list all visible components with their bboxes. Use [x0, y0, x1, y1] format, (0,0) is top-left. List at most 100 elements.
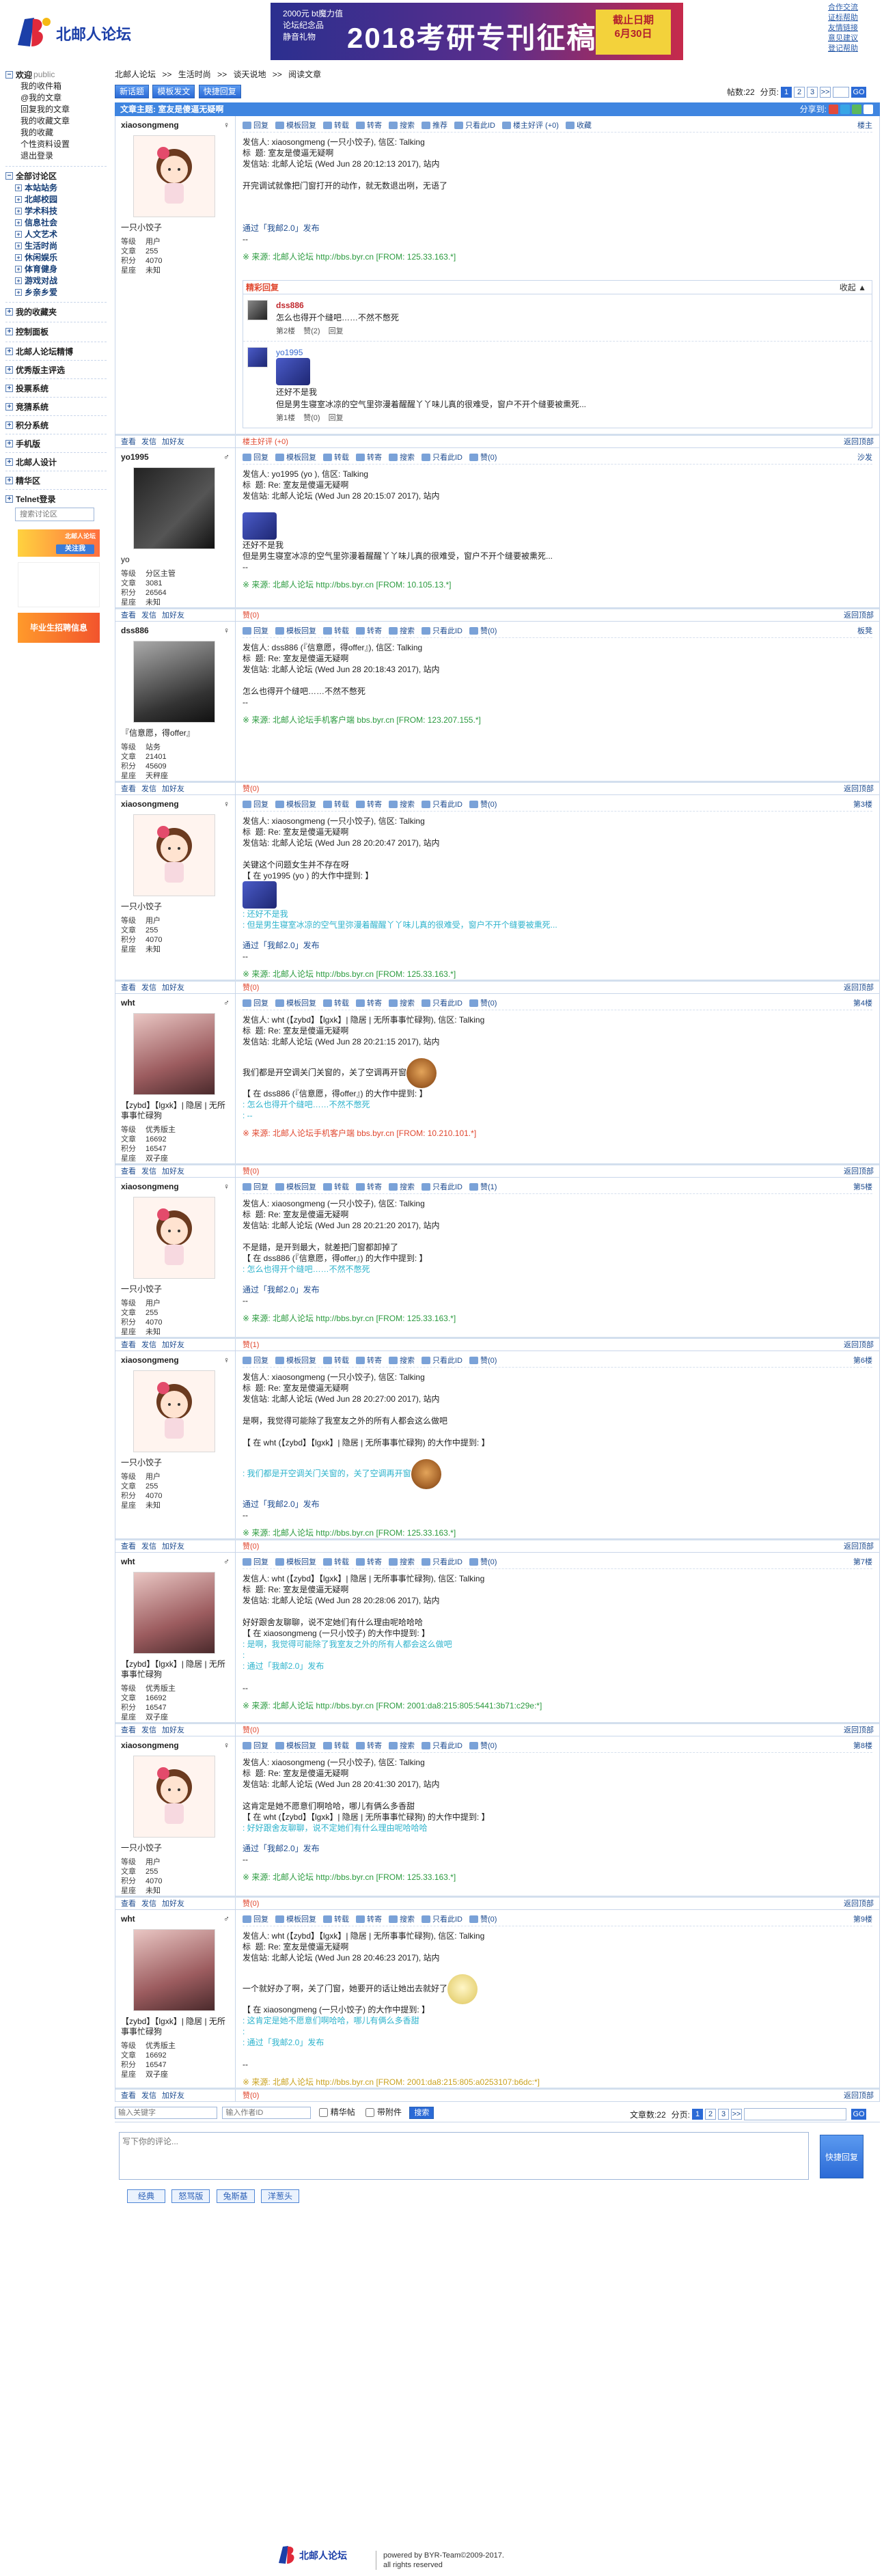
back-to-top-link[interactable]: 返回顶部 — [844, 1339, 874, 1351]
expand-icon[interactable]: + — [15, 242, 22, 249]
action-repost[interactable]: 转寄 — [356, 624, 382, 638]
follow-button[interactable]: 关注我 — [56, 544, 94, 554]
action-like[interactable]: 赞(0) — [469, 1354, 497, 1368]
action-repost[interactable]: 转寄 — [356, 451, 382, 465]
action-template-reply[interactable]: 模板回复 — [275, 1739, 316, 1753]
action-forward[interactable]: 转载 — [323, 1180, 349, 1194]
author-name[interactable]: dss886 — [121, 624, 230, 637]
action-search[interactable]: 搜索 — [389, 1739, 415, 1753]
action-forward[interactable]: 转载 — [323, 997, 349, 1010]
action-like[interactable]: 赞(0) — [469, 997, 497, 1010]
action-template-reply[interactable]: 模板回复 — [275, 997, 316, 1010]
action-search[interactable]: 搜索 — [389, 119, 415, 133]
action-template-reply[interactable]: 模板回复 — [275, 798, 316, 812]
action-only-author[interactable]: 只看此ID — [422, 1739, 462, 1753]
page-3[interactable]: 3 — [807, 86, 818, 98]
action-reply[interactable]: 回复 — [243, 997, 268, 1010]
action-forward[interactable]: 转载 — [323, 1739, 349, 1753]
page-1[interactable]: 1 — [781, 86, 792, 98]
action-send[interactable]: 发信 — [141, 611, 156, 620]
expand-icon[interactable]: + — [15, 219, 22, 226]
expand-icon[interactable]: + — [5, 439, 13, 447]
sidebar-link[interactable]: + 积分系统 — [5, 419, 107, 431]
user-menu-item[interactable]: 个性资料设置 — [20, 139, 107, 150]
top-link[interactable]: 登记帮助 — [828, 44, 877, 54]
action-reply[interactable]: 回复 — [243, 1913, 268, 1926]
action-repost[interactable]: 转寄 — [356, 997, 382, 1010]
action-view[interactable]: 查看 — [121, 1900, 136, 1908]
action-add-friend[interactable]: 加好友 — [162, 785, 184, 793]
page-next[interactable]: >> — [820, 86, 831, 98]
avatar[interactable] — [133, 641, 215, 723]
action-repost[interactable]: 转寄 — [356, 1913, 382, 1926]
expand-icon[interactable]: + — [5, 476, 13, 484]
expand-icon[interactable]: + — [15, 195, 22, 203]
section-item[interactable]: + 人文艺术 — [15, 228, 107, 240]
go-button[interactable]: GO — [851, 86, 866, 98]
featured-reply-button[interactable]: 回复 — [329, 327, 344, 335]
breadcrumb-link[interactable]: 北邮人论坛 — [115, 70, 156, 79]
action-view[interactable]: 查看 — [121, 785, 136, 793]
like-button[interactable]: 赞(0) — [243, 1167, 259, 1176]
action-view[interactable]: 查看 — [121, 1542, 136, 1551]
action-repost[interactable]: 转寄 — [356, 798, 382, 812]
user-menu-item[interactable]: 我的收件箱 — [20, 81, 107, 92]
action-reply[interactable]: 回复 — [243, 624, 268, 638]
like-button[interactable]: 赞(0) — [243, 611, 259, 620]
collapse-toggle[interactable]: 收起 ▲ — [840, 281, 866, 294]
top-link[interactable]: 意见建议 — [828, 33, 877, 44]
avatar[interactable] — [133, 1370, 215, 1452]
avatar[interactable] — [133, 467, 215, 549]
digest-checkbox[interactable] — [318, 2108, 328, 2118]
action-view[interactable]: 查看 — [121, 438, 136, 446]
expand-icon[interactable]: + — [15, 288, 22, 296]
like-button[interactable]: 赞(0) — [243, 1900, 259, 1908]
action-like[interactable]: 赞(0) — [469, 451, 497, 465]
sidebar-link[interactable]: + 投票系统 — [5, 382, 107, 394]
action-reply[interactable]: 回复 — [243, 1180, 268, 1194]
avatar[interactable] — [133, 1572, 215, 1654]
sidebar-link[interactable]: + 优秀版主评选 — [5, 363, 107, 376]
avatar[interactable] — [133, 1756, 215, 1838]
back-to-top-link[interactable]: 返回顶部 — [844, 609, 874, 622]
post-signature[interactable]: 通过「我邮2.0」发布 — [243, 1499, 872, 1510]
back-to-top-link[interactable]: 返回顶部 — [844, 982, 874, 994]
action-template-reply[interactable]: 模板回复 — [275, 1555, 316, 1569]
action-reply[interactable]: 回复 — [243, 1354, 268, 1368]
action-view[interactable]: 查看 — [121, 1726, 136, 1734]
section-item[interactable]: + 本站站务 — [15, 182, 107, 193]
user-menu-item[interactable]: 我的收藏 — [20, 127, 107, 139]
expand-icon[interactable]: + — [5, 307, 13, 316]
action-repost[interactable]: 转寄 — [356, 1180, 382, 1194]
go-button[interactable]: GO — [851, 2109, 866, 2120]
author-name[interactable]: wht — [121, 1555, 230, 1568]
action-search[interactable]: 搜索 — [389, 1180, 415, 1194]
browse-mode-ad[interactable]: 北邮人论坛 浏览方式 — [18, 562, 100, 607]
author-name[interactable]: xiaosongmeng — [121, 798, 230, 810]
action-forward[interactable]: 转载 — [323, 119, 349, 133]
author-name[interactable]: wht — [121, 1913, 230, 1925]
author-name[interactable]: yo1995 — [121, 451, 230, 463]
author-name[interactable]: xiaosongmeng — [121, 1180, 230, 1193]
action-repost[interactable]: 转寄 — [356, 1354, 382, 1368]
favorites-link[interactable]: + 我的收藏夹 — [5, 305, 107, 318]
featured-author[interactable]: yo1995 — [276, 347, 586, 358]
job-ad[interactable]: 毕业生招聘信息 — [18, 613, 100, 643]
expand-icon[interactable]: + — [15, 207, 22, 214]
action-add-friend[interactable]: 加好友 — [162, 1726, 184, 1734]
action-favorite[interactable]: 收藏 — [565, 119, 592, 133]
new-post-button[interactable]: 新话题 — [115, 85, 150, 98]
sidebar-link[interactable]: + 北邮人设计 — [5, 456, 107, 468]
section-item[interactable]: + 体育健身 — [15, 263, 107, 275]
action-send[interactable]: 发信 — [141, 438, 156, 446]
like-button[interactable]: 楼主好评 (+0) — [243, 438, 288, 446]
like-button[interactable]: 赞(0) — [243, 1726, 259, 1734]
expand-icon[interactable]: + — [5, 402, 13, 411]
action-reply[interactable]: 回复 — [243, 798, 268, 812]
action-repost[interactable]: 转寄 — [356, 1739, 382, 1753]
action-add-friend[interactable]: 加好友 — [162, 2092, 184, 2100]
action-send[interactable]: 发信 — [141, 1726, 156, 1734]
action-like[interactable]: 赞(0) — [469, 1739, 497, 1753]
action-template-reply[interactable]: 模板回复 — [275, 1913, 316, 1926]
action-only-author[interactable]: 只看此ID — [422, 997, 462, 1010]
